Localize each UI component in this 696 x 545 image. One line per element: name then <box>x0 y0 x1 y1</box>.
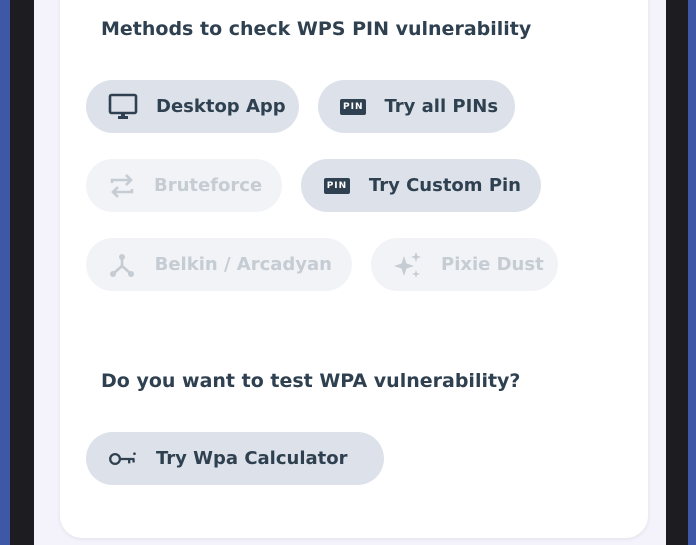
device-bezel-right <box>666 0 688 545</box>
desktop-app-label: Desktop App <box>156 96 286 117</box>
sparkles-icon <box>393 250 423 280</box>
try-all-pins-label: Try all PINs <box>384 96 499 117</box>
try-custom-pin-label: Try Custom Pin <box>368 175 521 196</box>
monitor-icon <box>108 92 138 122</box>
pin-badge: PIN <box>323 177 351 194</box>
pin-badge-icon: PIN <box>340 92 367 122</box>
wpa-section-title: Do you want to test WPA vulnerability? <box>101 370 521 392</box>
window-edge-left <box>0 0 10 545</box>
wpa-calculator-label: Try Wpa Calculator <box>156 448 348 469</box>
pin-badge: PIN <box>340 98 367 115</box>
bruteforce-button: Bruteforce <box>86 159 282 212</box>
try-custom-pin-button[interactable]: PIN Try Custom Pin <box>301 159 541 212</box>
network-branch-icon <box>108 250 137 280</box>
wps-methods-title: Methods to check WPS PIN vulnerability <box>101 18 532 40</box>
key-icon <box>108 444 138 474</box>
window-edge-right <box>688 0 696 545</box>
belkin-arcadyan-label: Belkin / Arcadyan <box>154 254 332 275</box>
pixie-dust-button: Pixie Dust <box>371 238 558 291</box>
methods-card: Methods to check WPS PIN vulnerability D… <box>60 0 648 538</box>
swap-arrows-icon <box>108 171 136 201</box>
wpa-calculator-button[interactable]: Try Wpa Calculator <box>86 432 384 485</box>
try-all-pins-button[interactable]: PIN Try all PINs <box>318 80 515 133</box>
belkin-arcadyan-button: Belkin / Arcadyan <box>86 238 352 291</box>
desktop-app-button[interactable]: Desktop App <box>86 80 299 133</box>
bruteforce-label: Bruteforce <box>154 175 263 196</box>
app-screen: Methods to check WPS PIN vulnerability D… <box>34 0 666 545</box>
pixie-dust-label: Pixie Dust <box>441 254 544 275</box>
device-bezel-left <box>10 0 34 545</box>
pin-badge-icon: PIN <box>323 171 351 201</box>
